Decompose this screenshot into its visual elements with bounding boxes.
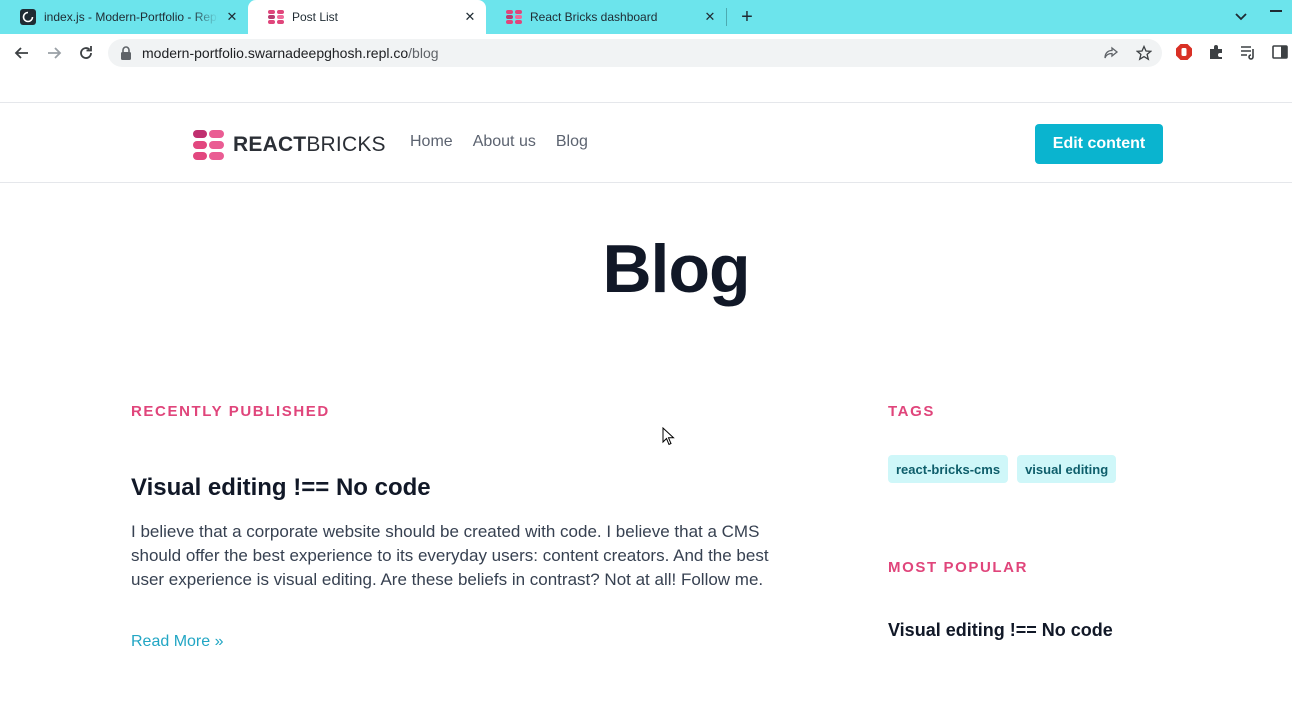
media-queue-icon[interactable]: [1239, 43, 1257, 61]
new-tab-icon[interactable]: +: [736, 6, 758, 28]
tab-react-bricks-dashboard[interactable]: React Bricks dashboard ✕: [486, 0, 726, 34]
recently-published-heading: RECENTLY PUBLISHED: [131, 403, 330, 420]
edit-content-button[interactable]: Edit content: [1035, 124, 1163, 164]
nav-about-us[interactable]: About us: [473, 133, 536, 151]
url-text: modern-portfolio.swarnadeepghosh.repl.co…: [142, 45, 439, 61]
logo-wordmark: REACTBRICKS: [233, 133, 386, 157]
tag-list: react-bricks-cms visual editing: [888, 455, 1117, 483]
reactbricks-icon: [506, 9, 522, 25]
tag-visual-editing[interactable]: visual editing: [1017, 455, 1117, 483]
page-viewport: REACTBRICKS Home About us Blog Edit cont…: [0, 70, 1292, 712]
post-title[interactable]: Visual editing !== No code: [131, 474, 431, 502]
lock-icon: [120, 46, 132, 60]
close-tab-icon[interactable]: ✕: [702, 9, 718, 25]
adblock-extension-icon[interactable]: [1175, 43, 1193, 61]
back-arrow-icon[interactable]: [10, 41, 34, 65]
tab-divider: [726, 8, 727, 26]
logo-mark-icon: [193, 130, 224, 160]
tags-heading: TAGS: [888, 403, 935, 420]
replit-icon: [20, 9, 36, 25]
browser-toolbar: modern-portfolio.swarnadeepghosh.repl.co…: [0, 34, 1292, 70]
puzzle-extensions-icon[interactable]: [1207, 43, 1225, 61]
url-domain: modern-portfolio.swarnadeepghosh.repl.co: [142, 45, 409, 61]
chevron-down-icon[interactable]: [1232, 9, 1250, 25]
popular-post-link[interactable]: Visual editing !== No code: [888, 620, 1113, 641]
browser-tab-strip: index.js - Modern-Portfolio - Replit ✕ P…: [0, 0, 1292, 34]
close-tab-icon[interactable]: ✕: [462, 9, 478, 25]
tab-title: Post List: [292, 10, 339, 24]
share-icon[interactable]: [1103, 45, 1119, 61]
close-tab-icon[interactable]: ✕: [224, 9, 240, 25]
reactbricks-logo[interactable]: REACTBRICKS: [193, 130, 386, 160]
nav-home[interactable]: Home: [410, 133, 453, 151]
forward-arrow-icon[interactable]: [42, 41, 66, 65]
site-header: REACTBRICKS Home About us Blog Edit cont…: [0, 103, 1292, 183]
address-bar[interactable]: modern-portfolio.swarnadeepghosh.repl.co…: [108, 39, 1162, 67]
bookmark-star-icon[interactable]: [1136, 45, 1152, 61]
tab-replit[interactable]: index.js - Modern-Portfolio - Replit ✕: [0, 0, 248, 34]
tab-post-list[interactable]: Post List ✕: [248, 0, 486, 34]
main-nav: Home About us Blog: [410, 133, 588, 151]
tab-title: React Bricks dashboard: [530, 10, 658, 24]
side-panel-icon[interactable]: [1271, 43, 1289, 61]
page-title: Blog: [602, 231, 750, 307]
post-excerpt: I believe that a corporate website shoul…: [131, 522, 769, 589]
logo-bold: REACT: [233, 133, 307, 156]
logo-light: BRICKS: [306, 133, 386, 156]
mouse-cursor-icon: [662, 426, 676, 447]
tab-title: index.js - Modern-Portfolio - Replit: [44, 10, 218, 24]
read-more-link[interactable]: Read More »: [131, 633, 224, 651]
url-path: /blog: [408, 45, 439, 61]
reactbricks-icon: [268, 9, 284, 25]
nav-blog[interactable]: Blog: [556, 133, 588, 151]
minimize-icon[interactable]: [1270, 10, 1282, 12]
most-popular-heading: MOST POPULAR: [888, 559, 1029, 576]
reload-icon[interactable]: [74, 41, 98, 65]
tag-react-bricks-cms[interactable]: react-bricks-cms: [888, 455, 1009, 483]
